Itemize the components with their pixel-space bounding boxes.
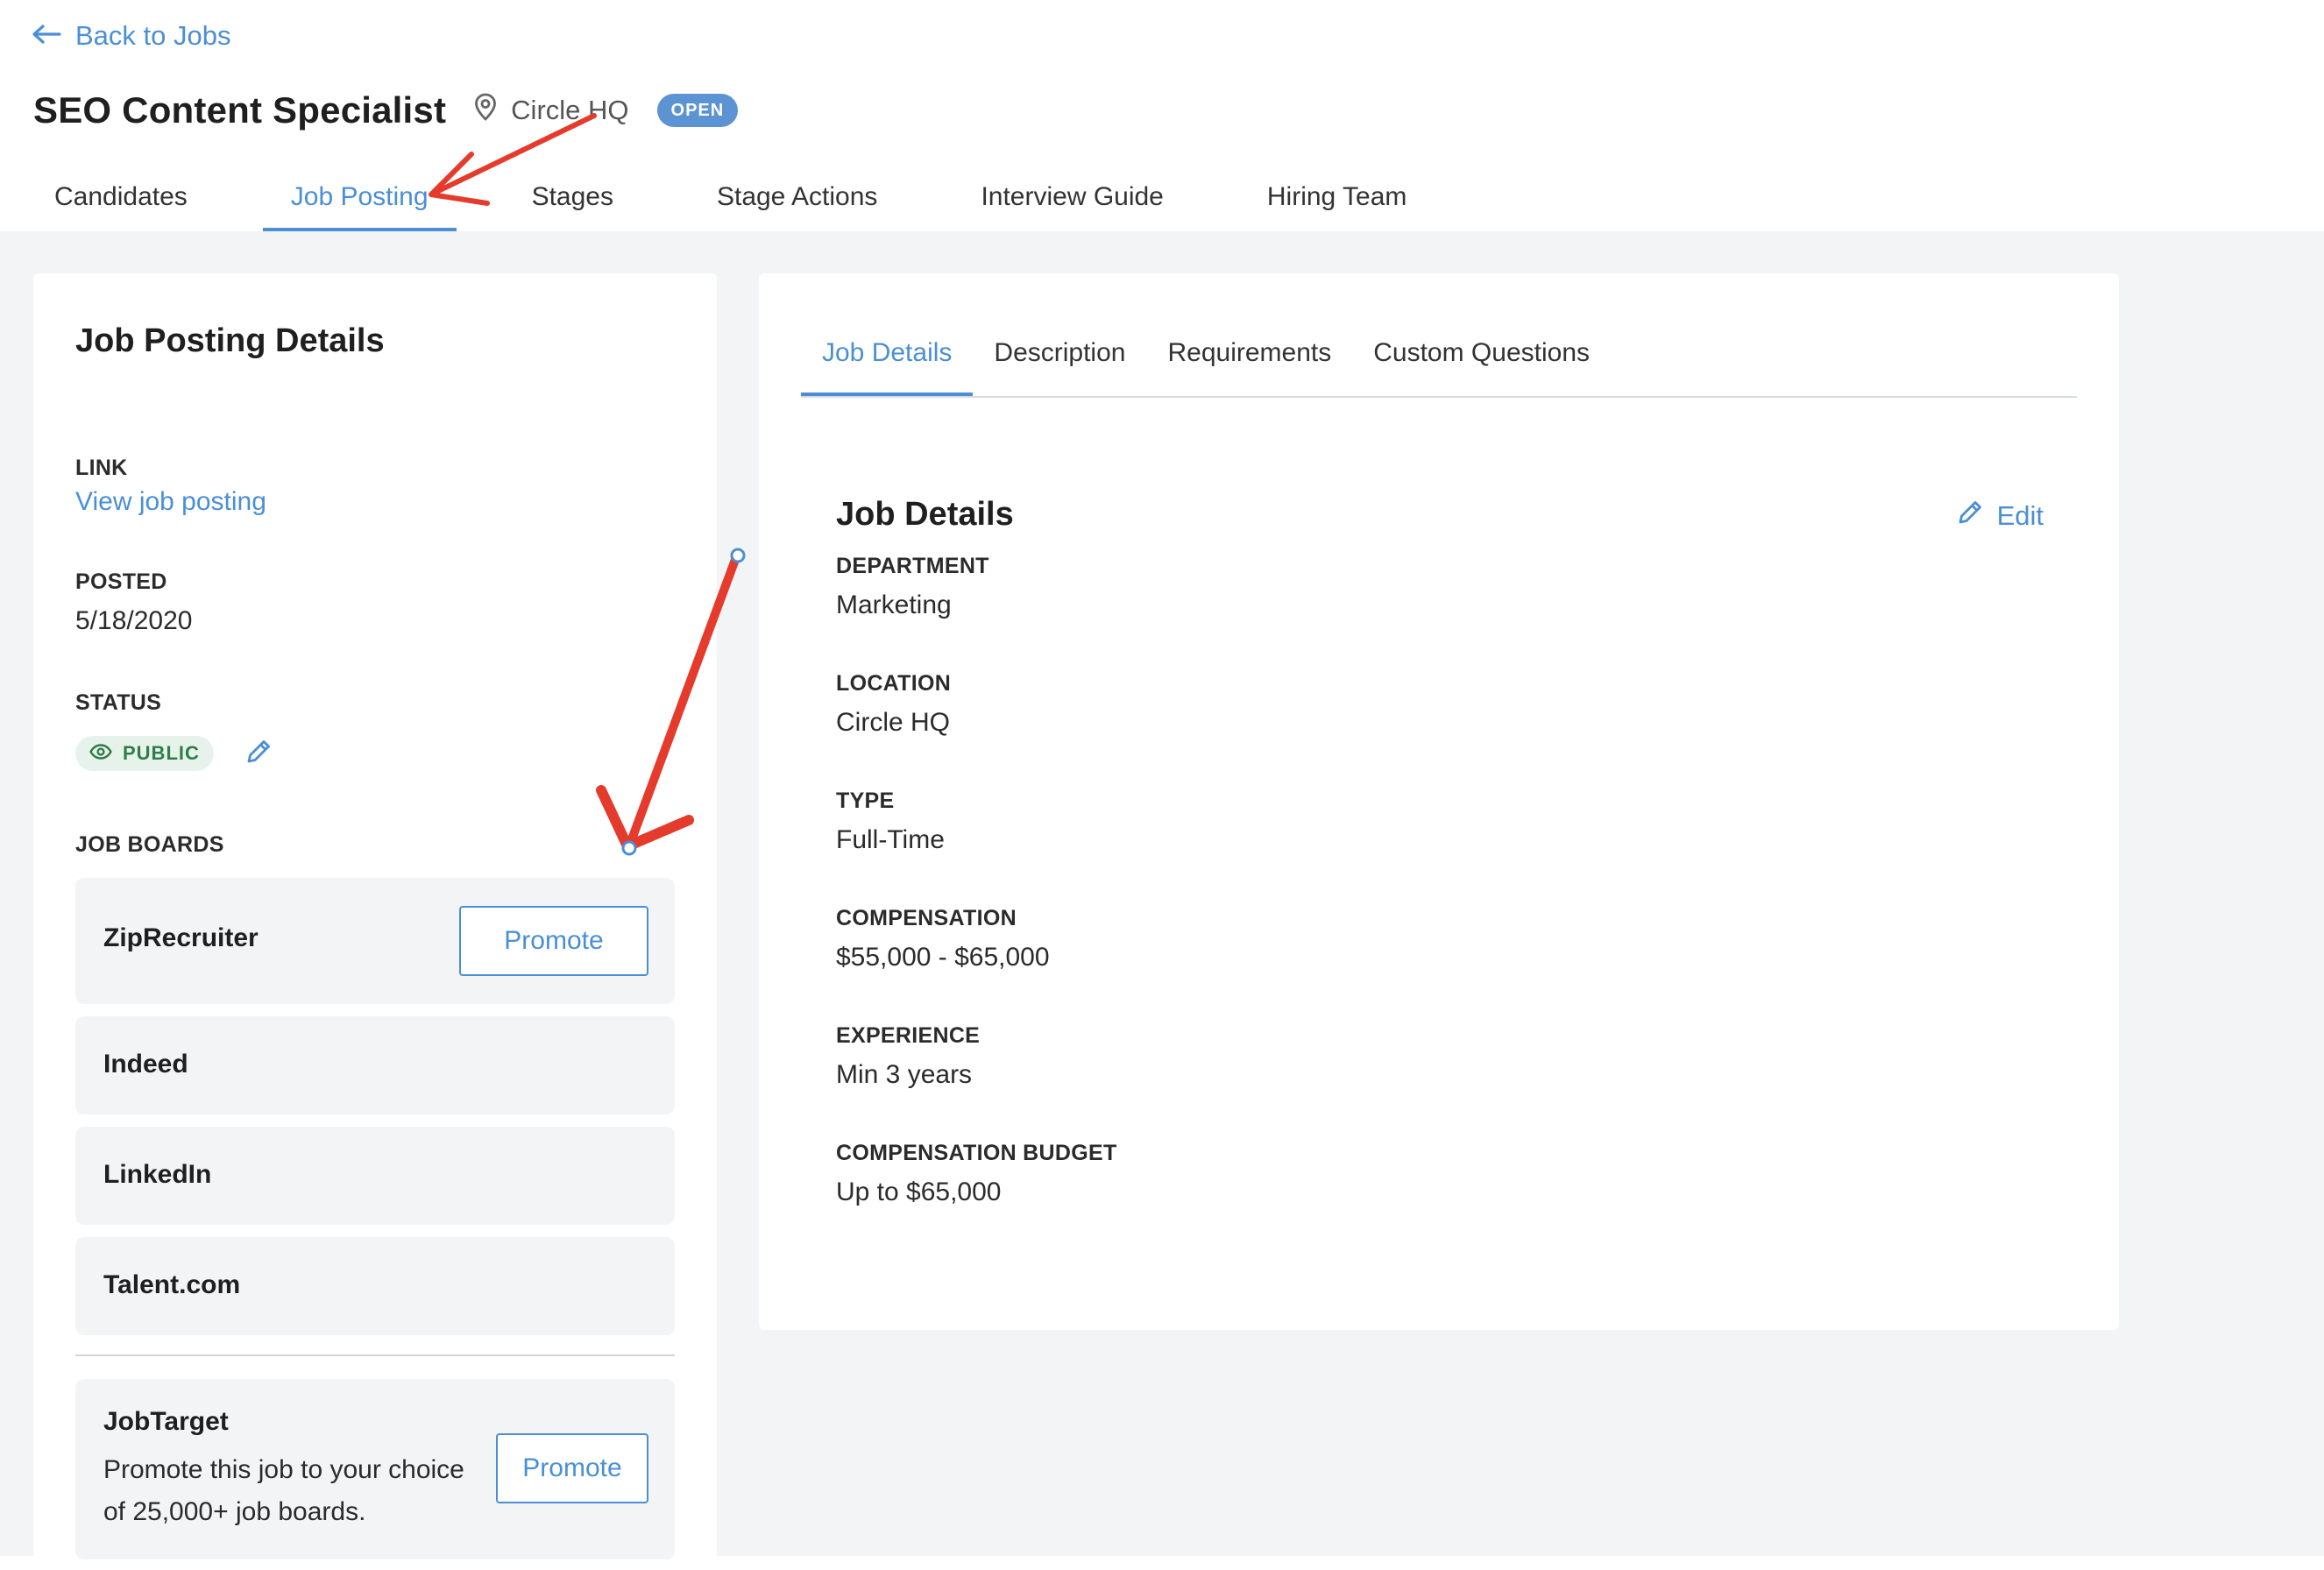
eye-icon xyxy=(89,742,123,765)
job-board-talent: Talent.com xyxy=(75,1237,675,1335)
back-to-jobs-label: Back to Jobs xyxy=(75,20,231,51)
job-location: Circle HQ xyxy=(474,93,629,128)
content-area: Job Posting Details LINK View job postin… xyxy=(0,231,2324,1570)
edit-job-details-button[interactable]: Edit xyxy=(1955,498,2044,534)
compensation-budget-label: COMPENSATION BUDGET xyxy=(836,1141,1117,1165)
posted-date: 5/18/2020 xyxy=(75,606,193,635)
tab-interview-guide[interactable]: Interview Guide xyxy=(953,170,1191,231)
pencil-icon xyxy=(1955,498,1997,534)
map-pin-icon xyxy=(474,93,511,128)
location-label: LOCATION xyxy=(836,671,952,696)
main-tabs: Candidates Job Posting Stages Stage Acti… xyxy=(26,170,1435,231)
job-details-heading: Job Details xyxy=(836,496,1014,533)
job-board-ziprecruiter: ZipRecruiter Promote xyxy=(75,878,675,1004)
tab-requirements[interactable]: Requirements xyxy=(1146,322,1352,394)
tab-stages[interactable]: Stages xyxy=(504,170,641,231)
job-details-card: Job Details Description Requirements Cus… xyxy=(759,273,2119,1330)
department-label: DEPARTMENT xyxy=(836,554,989,578)
page-title: SEO Content Specialist xyxy=(33,89,447,131)
job-boards-label: JOB BOARDS xyxy=(75,832,224,857)
compensation-budget-value: Up to $65,000 xyxy=(836,1178,1002,1206)
divider xyxy=(75,1354,675,1356)
status-badge: OPEN xyxy=(656,94,739,127)
tab-job-details[interactable]: Job Details xyxy=(801,322,974,396)
jobtarget-description: Promote this job to your choice of 25,00… xyxy=(103,1455,464,1526)
job-board-name: JobTarget xyxy=(103,1407,229,1436)
back-to-jobs-link[interactable]: Back to Jobs xyxy=(32,16,230,56)
posted-label: POSTED xyxy=(75,569,167,594)
arrow-left-icon xyxy=(32,20,75,52)
promote-jobtarget-button[interactable]: Promote xyxy=(496,1433,648,1503)
tab-description[interactable]: Description xyxy=(973,322,1146,394)
job-posting-details-heading: Job Posting Details xyxy=(75,322,385,359)
experience-value: Min 3 years xyxy=(836,1060,973,1089)
status-row: PUBLIC xyxy=(75,736,273,771)
title-row: SEO Content Specialist Circle HQ OPEN xyxy=(33,84,739,137)
job-board-name: Talent.com xyxy=(103,1270,241,1299)
tab-custom-questions[interactable]: Custom Questions xyxy=(1352,322,1611,394)
public-badge-label: PUBLIC xyxy=(123,742,200,764)
job-posting-details-card: Job Posting Details LINK View job postin… xyxy=(33,273,717,1570)
experience-label: EXPERIENCE xyxy=(836,1023,981,1048)
tab-candidates[interactable]: Candidates xyxy=(26,170,216,231)
job-board-name: LinkedIn xyxy=(103,1160,212,1189)
job-board-name: ZipRecruiter xyxy=(103,923,259,952)
promote-ziprecruiter-button[interactable]: Promote xyxy=(459,906,648,976)
compensation-label: COMPENSATION xyxy=(836,906,1017,930)
compensation-value: $55,000 - $65,000 xyxy=(836,943,1050,972)
tab-stage-actions[interactable]: Stage Actions xyxy=(689,170,905,231)
job-board-linkedin: LinkedIn xyxy=(75,1127,675,1225)
department-value: Marketing xyxy=(836,591,952,619)
view-job-posting-link[interactable]: View job posting xyxy=(75,487,266,517)
job-board-indeed: Indeed xyxy=(75,1016,675,1114)
job-location-label: Circle HQ xyxy=(511,95,629,125)
details-tabs: Job Details Description Requirements Cus… xyxy=(801,322,2077,398)
type-label: TYPE xyxy=(836,789,895,813)
public-badge: PUBLIC xyxy=(75,736,214,771)
tab-hiring-team[interactable]: Hiring Team xyxy=(1239,170,1435,231)
edit-label: Edit xyxy=(1996,500,2044,531)
status-label: STATUS xyxy=(75,690,162,715)
tab-job-posting[interactable]: Job Posting xyxy=(262,170,457,231)
type-value: Full-Time xyxy=(836,825,945,854)
link-label: LINK xyxy=(75,456,128,480)
job-header: Back to Jobs SEO Content Specialist Circ… xyxy=(0,0,2324,231)
job-board-name: Indeed xyxy=(103,1050,188,1078)
job-board-jobtarget: JobTarget Promote this job to your choic… xyxy=(75,1379,675,1559)
location-value: Circle HQ xyxy=(836,708,951,737)
pencil-icon[interactable] xyxy=(244,737,273,771)
